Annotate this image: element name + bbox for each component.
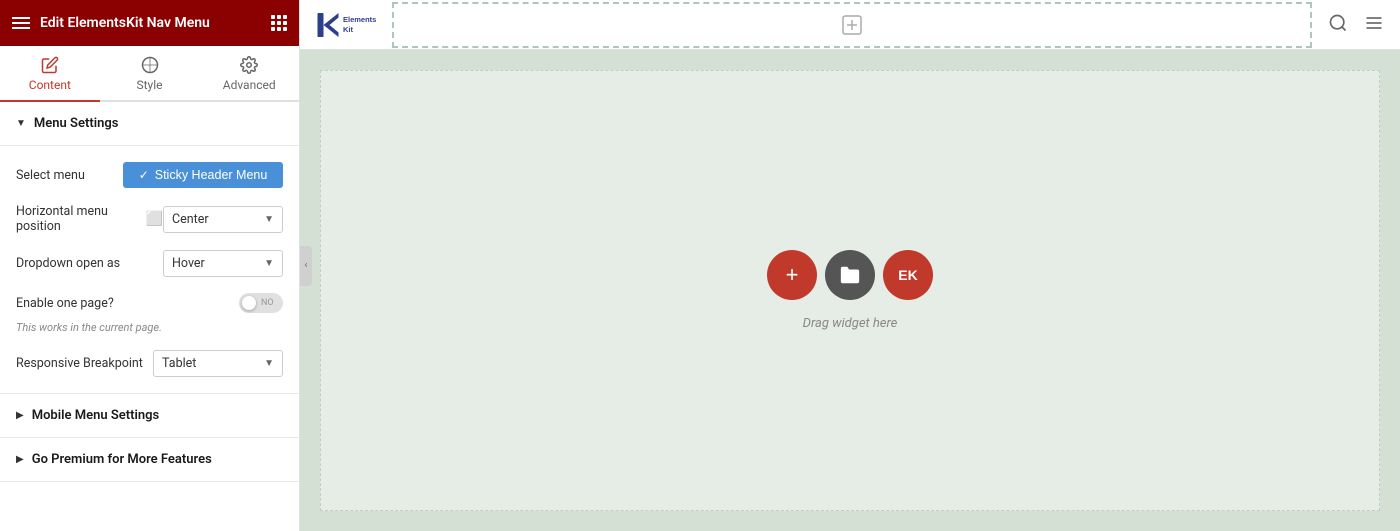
select-menu-row: Select menu ✓ Sticky Header Menu — [16, 162, 283, 188]
tab-bar: Content Style Advanced — [0, 46, 299, 102]
action-buttons: + EK — [767, 250, 933, 300]
enable-one-page-row: Enable one page? NO — [16, 293, 283, 313]
top-bar: Elements Kit — [300, 0, 1400, 50]
enable-one-page-label: Enable one page? — [16, 296, 239, 311]
svg-text:Kit: Kit — [343, 24, 354, 33]
horizontal-position-value: Center — [172, 212, 209, 227]
svg-text:Elements: Elements — [343, 15, 376, 24]
tab-advanced-label: Advanced — [223, 78, 276, 92]
chevron-down-icon: ▼ — [16, 118, 26, 129]
panel-header: Edit ElementsKit Nav Menu — [0, 0, 299, 46]
mobile-menu-title: Mobile Menu Settings — [32, 408, 160, 423]
left-panel: Edit ElementsKit Nav Menu Content — [0, 0, 300, 531]
menu-settings-body: Select menu ✓ Sticky Header Menu Horizon… — [0, 146, 299, 394]
premium-section: ▶ Go Premium for More Features — [0, 438, 299, 482]
check-icon: ✓ — [139, 168, 149, 182]
right-panel: Elements Kit — [300, 0, 1400, 531]
panel-collapse-handle[interactable]: ‹ — [300, 246, 312, 286]
tab-style[interactable]: Style — [100, 46, 200, 102]
dropdown-open-label: Dropdown open as — [16, 256, 163, 271]
monitor-icon: ⬜ — [146, 211, 163, 227]
horizontal-position-row: Horizontal menu position ⬜ Center ▼ — [16, 204, 283, 234]
panel-title: Edit ElementsKit Nav Menu — [40, 15, 210, 31]
top-bar-actions — [1328, 13, 1384, 37]
chevron-down-icon: ▼ — [264, 258, 274, 269]
nav-placeholder-icon — [840, 13, 864, 37]
canvas-area: + EK Drag widget here — [300, 50, 1400, 531]
mobile-menu-section: ▶ Mobile Menu Settings — [0, 394, 299, 438]
elementskit-logo: Elements Kit — [316, 7, 376, 43]
folder-icon — [839, 264, 861, 286]
style-icon — [141, 56, 159, 74]
apps-grid-icon[interactable] — [271, 15, 287, 31]
responsive-breakpoint-value: Tablet — [162, 356, 196, 371]
toggle-no-label: NO — [261, 298, 274, 308]
enable-one-page-toggle-wrap: NO — [239, 293, 283, 313]
menu-settings-title: Menu Settings — [34, 116, 119, 131]
tab-advanced[interactable]: Advanced — [199, 46, 299, 102]
select-menu-label: Select menu — [16, 168, 123, 183]
toggle-knob — [242, 296, 256, 310]
drop-zone: + EK Drag widget here — [320, 70, 1380, 511]
premium-section-header[interactable]: ▶ Go Premium for More Features — [0, 438, 299, 481]
chevron-down-icon: ▼ — [264, 358, 274, 369]
search-icon[interactable] — [1328, 13, 1348, 37]
pencil-icon — [41, 56, 59, 74]
responsive-breakpoint-select[interactable]: Tablet ▼ — [153, 350, 283, 377]
chevron-right-icon: ▶ — [16, 454, 24, 465]
nav-placeholder — [392, 2, 1312, 48]
topbar-menu-icon[interactable] — [1364, 13, 1384, 37]
horizontal-position-label: Horizontal menu position ⬜ — [16, 204, 163, 234]
select-menu-value: Sticky Header Menu — [155, 168, 268, 182]
dropdown-open-row: Dropdown open as Hover ▼ — [16, 250, 283, 277]
responsive-breakpoint-row: Responsive Breakpoint Tablet ▼ — [16, 350, 283, 377]
dropdown-open-value: Hover — [172, 256, 205, 271]
enable-one-page-toggle[interactable]: NO — [239, 293, 283, 313]
dropdown-open-select[interactable]: Hover ▼ — [163, 250, 283, 277]
mobile-menu-section-header[interactable]: ▶ Mobile Menu Settings — [0, 394, 299, 437]
panel-content: ▼ Menu Settings Select menu ✓ Sticky Hea… — [0, 102, 299, 531]
drag-hint: Drag widget here — [803, 316, 898, 331]
chevron-right-icon: ▶ — [16, 410, 24, 421]
responsive-breakpoint-label: Responsive Breakpoint — [16, 356, 153, 371]
ek-button[interactable]: EK — [883, 250, 933, 300]
logo-area: Elements Kit — [316, 7, 376, 43]
premium-title: Go Premium for More Features — [32, 452, 212, 467]
gear-icon — [240, 56, 258, 74]
select-menu-control: ✓ Sticky Header Menu — [123, 162, 283, 188]
horizontal-position-select[interactable]: Center ▼ — [163, 206, 283, 233]
chevron-down-icon: ▼ — [264, 214, 274, 225]
folder-button[interactable] — [825, 250, 875, 300]
tab-content[interactable]: Content — [0, 46, 100, 102]
tab-content-label: Content — [29, 78, 71, 92]
tab-style-label: Style — [137, 78, 163, 92]
menu-settings-section-header[interactable]: ▼ Menu Settings — [0, 102, 299, 146]
enable-one-page-help: This works in the current page. — [16, 321, 283, 334]
hamburger-icon[interactable] — [12, 17, 30, 29]
add-widget-button[interactable]: + — [767, 250, 817, 300]
select-menu-button[interactable]: ✓ Sticky Header Menu — [123, 162, 283, 188]
